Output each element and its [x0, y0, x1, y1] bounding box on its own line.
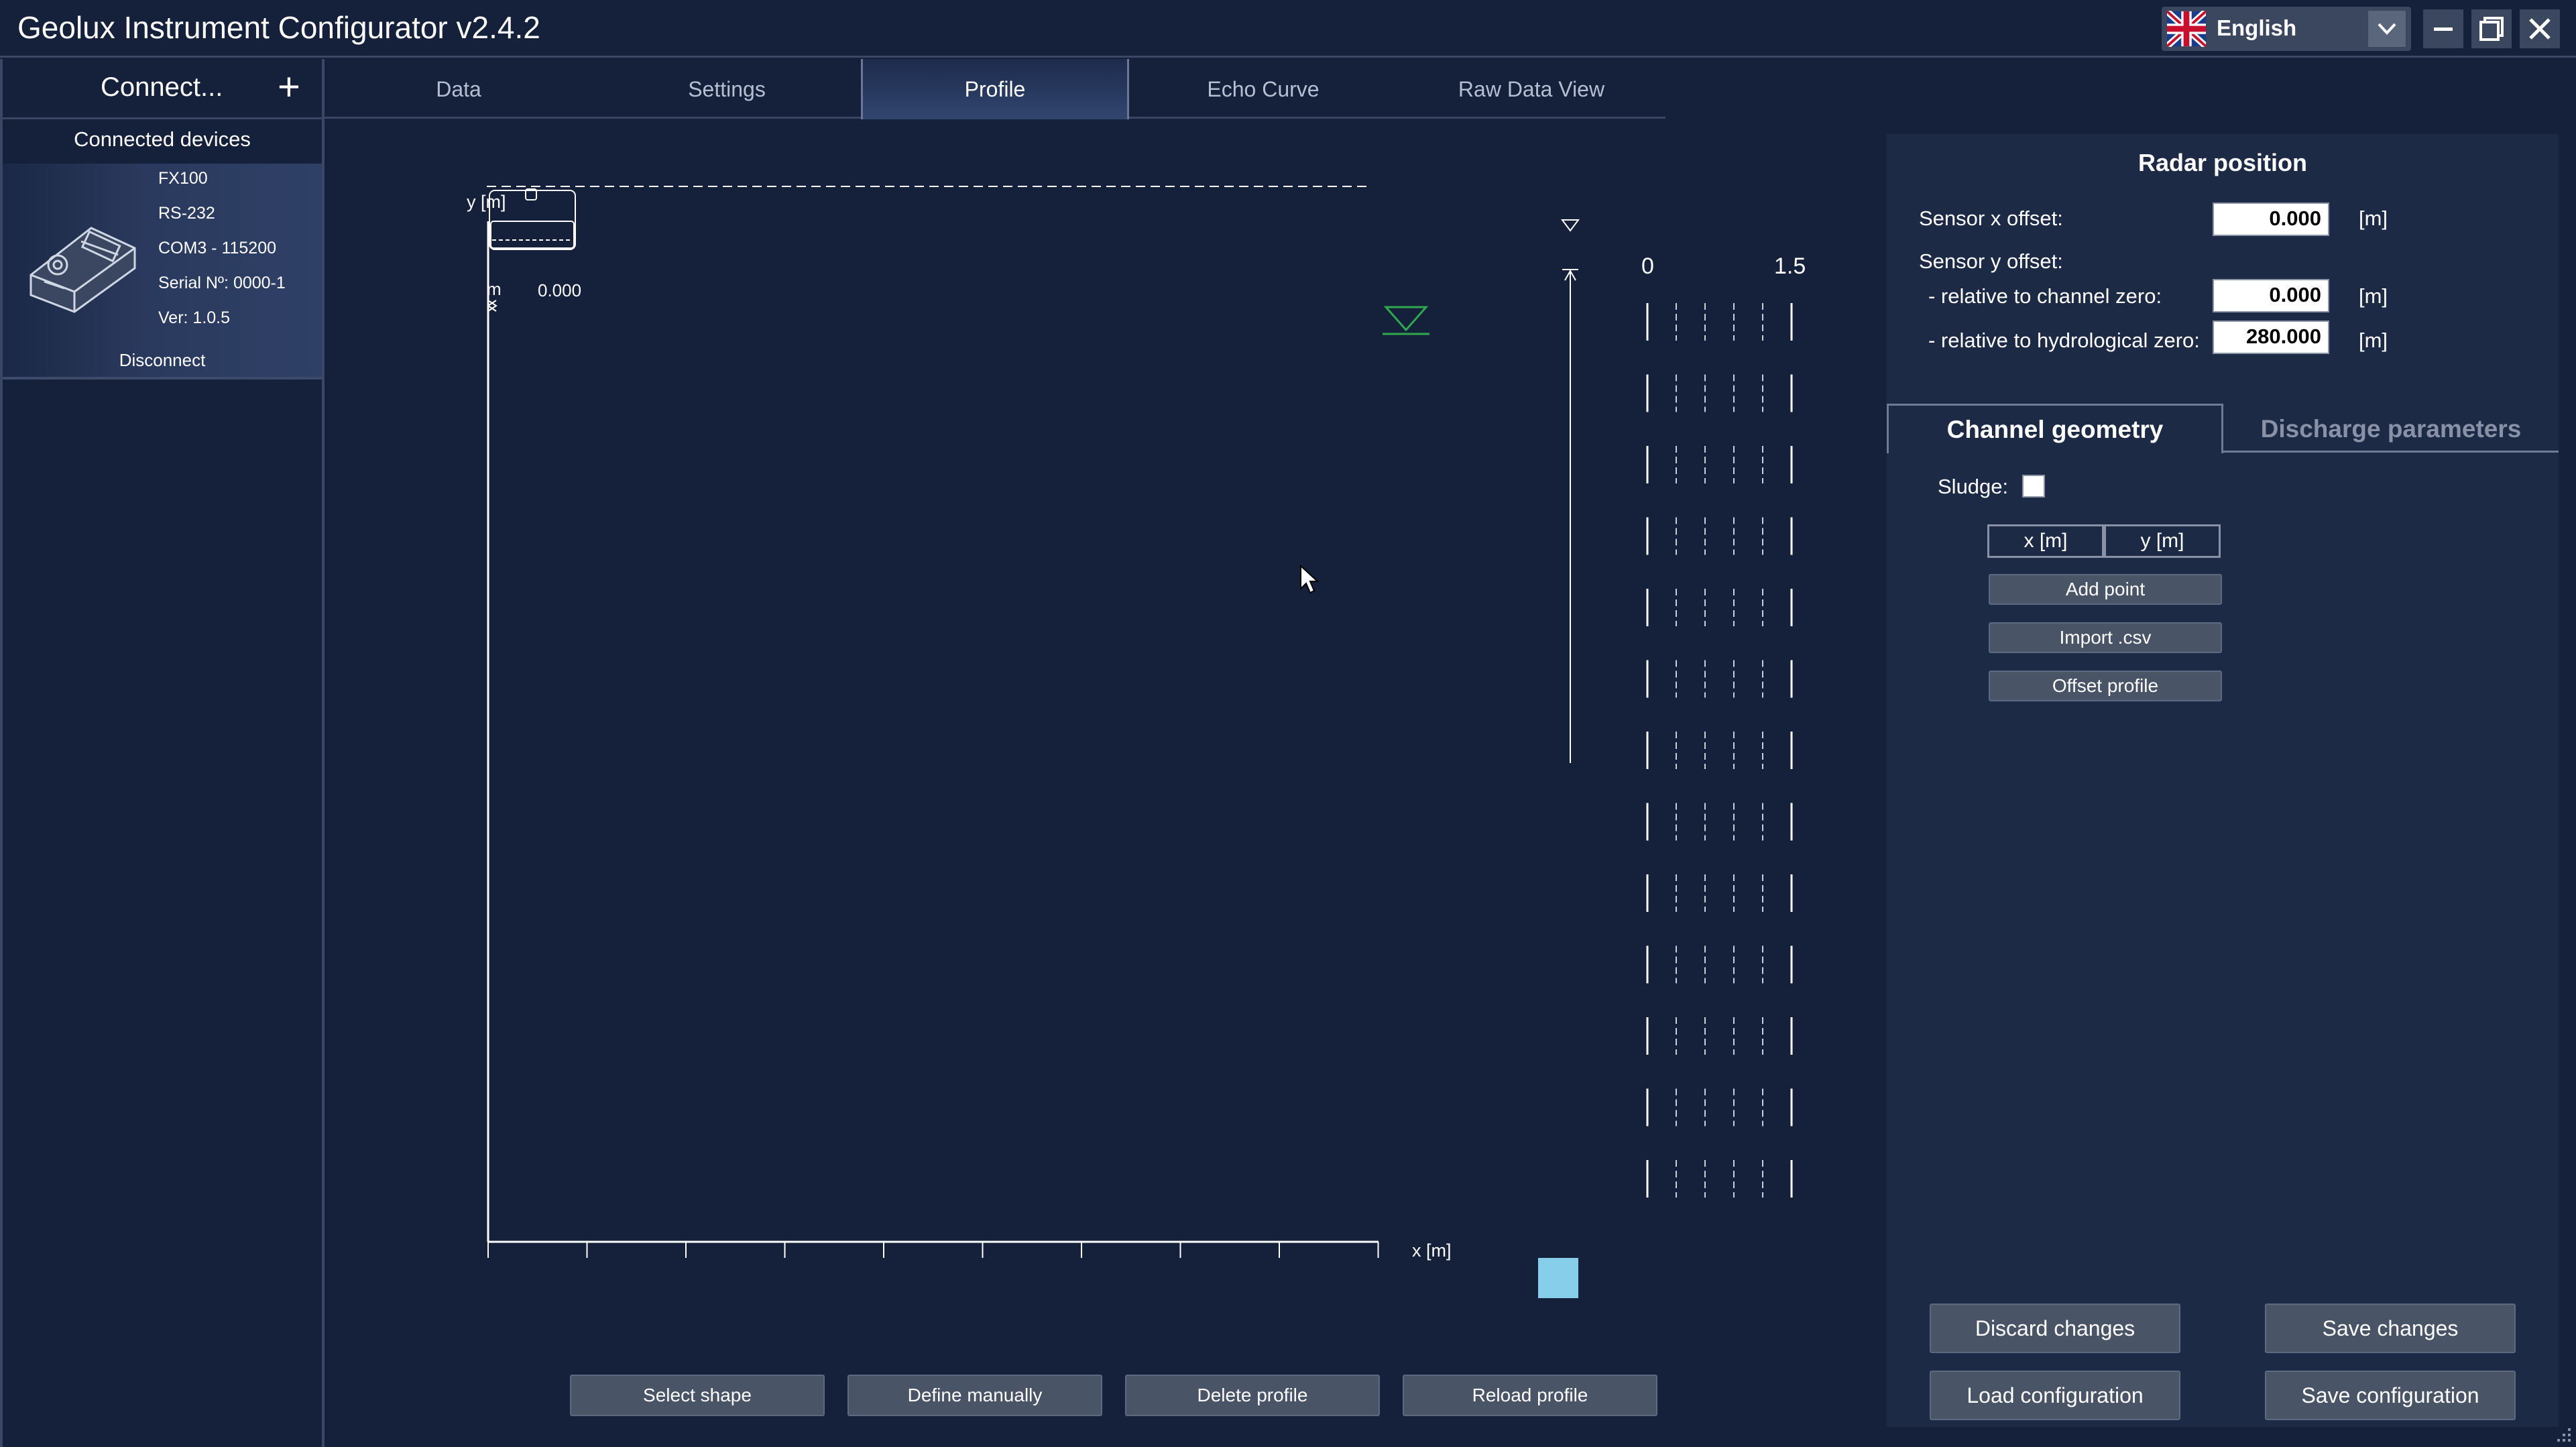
radar-device-icon — [17, 201, 145, 315]
select-shape-button[interactable]: Select shape — [570, 1375, 825, 1416]
tab-raw-data-view[interactable]: Raw Data View — [1397, 59, 1665, 119]
define-manually-button[interactable]: Define manually — [847, 1375, 1102, 1416]
minimize-icon[interactable] — [2423, 9, 2463, 48]
level-triangle-icon — [1561, 219, 1580, 232]
profile-plot[interactable]: y [m] x [m] m 0.000 0 1.5 — [325, 121, 1887, 1395]
tab-data[interactable]: Data — [325, 59, 593, 119]
offset-profile-button[interactable]: Offset profile — [1989, 671, 2222, 701]
add-point-button[interactable]: Add point — [1989, 574, 2222, 605]
disconnect-button[interactable]: Disconnect — [3, 350, 322, 371]
x-axis-ticks — [487, 1242, 1379, 1258]
sludge-label: Sludge: — [1938, 475, 2009, 498]
x-axis-label: x [m] — [1412, 1240, 1452, 1261]
y-axis-label: y [m] — [467, 192, 506, 212]
scale-max-label: 1.5 — [1774, 253, 1806, 279]
save-changes-button[interactable]: Save changes — [2265, 1304, 2516, 1353]
tab-discharge-parameters[interactable]: Discharge parameters — [2223, 406, 2559, 452]
device-interface: RS-232 — [158, 204, 215, 223]
import-csv-button[interactable]: Import .csv — [1989, 622, 2222, 653]
rel-channel-unit: [m] — [2359, 284, 2388, 308]
resize-grip-icon[interactable] — [2552, 1423, 2572, 1443]
color-swatch — [1538, 1258, 1578, 1298]
sensor-y-label: Sensor y offset: — [1919, 249, 2063, 273]
y-column-header: y [m] — [2104, 524, 2221, 558]
delete-profile-button[interactable]: Delete profile — [1125, 1375, 1380, 1416]
add-connection-icon[interactable]: + — [278, 64, 300, 109]
app-title: Geolux Instrument Configurator v2.4.2 — [17, 10, 540, 45]
rel-channel-input[interactable]: 0.000 — [2213, 279, 2329, 312]
maximize-icon[interactable] — [2471, 9, 2512, 48]
mouse-cursor-icon — [1300, 564, 1320, 594]
sensor-x-input[interactable]: 0.000 — [2213, 202, 2329, 236]
uk-flag-icon — [2164, 9, 2209, 49]
language-label: English — [2217, 15, 2297, 40]
tab-settings[interactable]: Settings — [593, 59, 861, 119]
rel-channel-label: - relative to channel zero: — [1928, 284, 2162, 308]
device-serial: Serial Nº: 0000-1 — [158, 274, 286, 292]
rel-hydro-input[interactable]: 280.000 — [2213, 321, 2329, 354]
scale-grid — [1646, 303, 1793, 1198]
device-version: Ver: 1.0.5 — [158, 308, 231, 327]
sensor-unit: m — [487, 279, 502, 299]
tab-profile[interactable]: Profile — [861, 59, 1129, 119]
connected-devices-title: Connected devices — [74, 127, 251, 151]
discard-changes-button[interactable]: Discard changes — [1930, 1304, 2180, 1353]
sensor-x-label: Sensor x offset: — [1919, 207, 2063, 230]
rel-hydro-label: - relative to hydrological zero: — [1928, 329, 2200, 352]
sludge-checkbox[interactable] — [2022, 475, 2045, 498]
connect-button[interactable]: Connect... — [101, 72, 223, 103]
reload-profile-button[interactable]: Reload profile — [1403, 1375, 1657, 1416]
x-column-header: x [m] — [1987, 524, 2104, 558]
water-level-icon — [1383, 306, 1429, 335]
tab-echo-curve[interactable]: Echo Curve — [1129, 59, 1397, 119]
save-configuration-button[interactable]: Save configuration — [2265, 1371, 2516, 1420]
sensor-marker-icon — [487, 300, 497, 312]
radar-position-title: Radar position — [2138, 149, 2308, 176]
chevron-down-icon[interactable] — [2368, 11, 2406, 47]
close-icon[interactable] — [2520, 9, 2560, 48]
load-configuration-button[interactable]: Load configuration — [1930, 1371, 2180, 1420]
rel-hydro-unit: [m] — [2359, 329, 2388, 352]
device-port: COM3 - 115200 — [158, 239, 277, 257]
sensor-value: 0.000 — [538, 280, 581, 300]
scale-min-label: 0 — [1641, 253, 1654, 279]
sensor-x-unit: [m] — [2359, 207, 2388, 230]
device-model: FX100 — [158, 169, 208, 188]
tab-channel-geometry[interactable]: Channel geometry — [1887, 404, 2223, 453]
